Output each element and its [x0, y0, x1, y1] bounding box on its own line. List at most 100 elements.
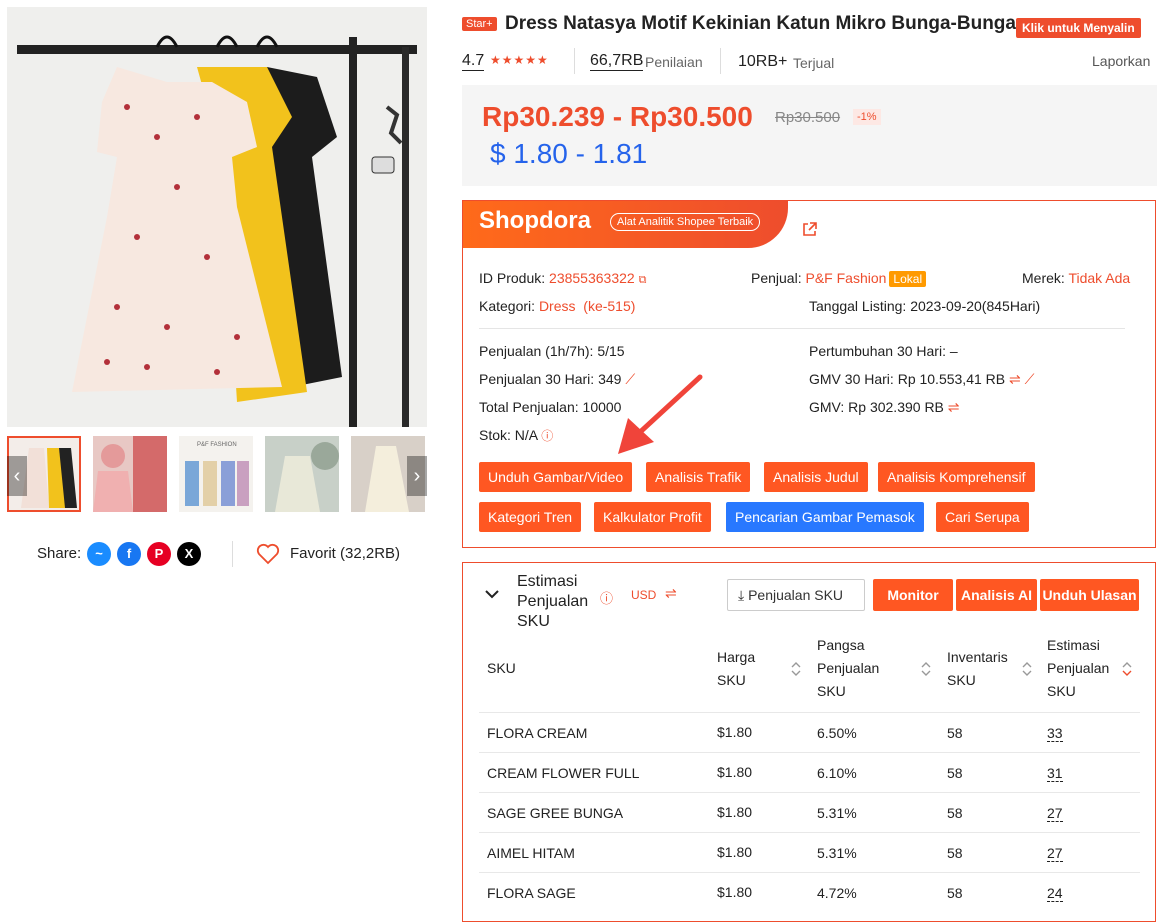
report-link[interactable]: Laporkan	[1092, 53, 1150, 69]
thumbnail-2[interactable]	[93, 436, 167, 512]
gallery-next-arrow[interactable]: ›	[407, 456, 427, 496]
gmv-row: GMV: Rp 302.390 RB ⇌	[809, 399, 960, 416]
trend-chart-icon[interactable]: ⟋	[1025, 371, 1035, 387]
sku-estimate[interactable]: 33	[1047, 725, 1063, 742]
gmv30-value: Rp 10.553,41 RB	[897, 371, 1006, 387]
favorite-count[interactable]: Favorit (32,2RB)	[290, 545, 400, 562]
sort-icon[interactable]	[1022, 661, 1032, 677]
table-row-divider	[479, 792, 1140, 793]
reviews-label: Penilaian	[645, 54, 703, 70]
supplier-image-search-button[interactable]: Pencarian Gambar Pemasok	[726, 502, 924, 532]
gmv-label: GMV:	[809, 399, 845, 415]
shopdora-logo: Shopdora	[479, 207, 591, 234]
sku-estimate[interactable]: 27	[1047, 805, 1063, 822]
brand-label: Merek:	[1022, 270, 1065, 286]
download-media-button[interactable]: Unduh Gambar/Video	[479, 462, 633, 492]
sku-price: $1.80	[717, 844, 753, 860]
title-analysis-button[interactable]: Analisis Judul	[764, 462, 868, 492]
table-row-divider	[479, 832, 1140, 833]
comprehensive-analysis-button[interactable]: Analisis Komprehensif	[878, 462, 1035, 492]
find-similar-button[interactable]: Cari Serupa	[936, 502, 1029, 532]
sku-estimate[interactable]: 27	[1047, 845, 1063, 862]
sku-estimate[interactable]: 31	[1047, 765, 1063, 782]
sold-count: 10RB+	[738, 53, 788, 70]
growth-value: –	[949, 343, 958, 359]
info-icon[interactable]: ⓘ	[541, 429, 553, 443]
swap-currency-icon[interactable]: ⇌	[665, 585, 677, 602]
sku-name: CREAM FLOWER FULL	[487, 765, 640, 781]
sku-price: $1.80	[717, 804, 753, 820]
thumbnail-3[interactable]: P&F FASHION	[179, 436, 253, 512]
sku-inventory: 58	[947, 885, 963, 901]
sort-icon[interactable]	[791, 661, 801, 677]
sku-share: 4.72%	[817, 885, 857, 901]
ai-analysis-button[interactable]: Analisis AI	[956, 579, 1037, 611]
action-buttons-row-1: Unduh Gambar/Video Analisis Trafik Anali…	[479, 462, 1149, 492]
sku-sales-button[interactable]: ⤓ Penjualan SKU	[727, 579, 865, 611]
gmv-value: Rp 302.390 RB	[848, 399, 944, 415]
copy-title-button[interactable]: Klik untuk Menyalin	[1016, 18, 1141, 38]
seller-name[interactable]: P&F Fashion	[805, 270, 886, 286]
x-twitter-icon[interactable]: X	[177, 542, 201, 566]
traffic-analysis-button[interactable]: Analisis Trafik	[646, 462, 751, 492]
growth-row: Pertumbuhan 30 Hari: –	[809, 343, 958, 359]
heart-icon[interactable]	[256, 543, 280, 565]
currency-label[interactable]: USD	[631, 588, 656, 602]
sku-inventory: 58	[947, 805, 963, 821]
col-header-estimate[interactable]: Estimasi Penjualan SKU	[1047, 634, 1122, 703]
col-header-inventory[interactable]: Inventaris SKU	[947, 646, 1017, 692]
discount-badge: -1%	[853, 109, 881, 125]
action-buttons-row-2: Kategori Tren Kalkulator Profit Pencaria…	[479, 502, 1149, 532]
seller-lokal-badge: Lokal	[889, 271, 927, 287]
sku-price: $1.80	[717, 884, 753, 900]
sku-sales-label: Penjualan SKU	[748, 587, 844, 603]
gallery-prev-arrow[interactable]: ‹	[7, 456, 27, 496]
swap-currency-icon[interactable]: ⇌	[948, 399, 960, 415]
external-link-icon[interactable]	[801, 221, 818, 238]
total-sales-label: Total Penjualan:	[479, 399, 579, 415]
category-value[interactable]: Dress (ke-515)	[539, 298, 635, 314]
sort-icon[interactable]	[1122, 661, 1132, 677]
col-header-share[interactable]: Pangsa Penjualan SKU	[817, 634, 897, 703]
sales-1h7h-label: Penjualan (1h/7h):	[479, 343, 594, 359]
col-header-price[interactable]: Harga SKU	[717, 646, 777, 692]
profit-calculator-button[interactable]: Kalkulator Profit	[594, 502, 711, 532]
collapse-chevron-icon[interactable]	[484, 588, 500, 600]
product-main-image[interactable]	[7, 7, 427, 427]
thumbnail-4[interactable]	[265, 436, 339, 512]
rating-value[interactable]: 4.7	[462, 52, 485, 71]
sku-estimate[interactable]: 24	[1047, 885, 1063, 902]
reviews-count[interactable]: 66,7RB	[590, 52, 644, 71]
stat-divider	[574, 48, 575, 74]
thumbnail-brand-tag: P&F FASHION	[197, 442, 237, 448]
brand-value[interactable]: Tidak Ada	[1068, 270, 1130, 286]
sku-name: FLORA CREAM	[487, 725, 588, 741]
stat-divider	[720, 48, 721, 74]
facebook-icon[interactable]: f	[117, 542, 141, 566]
brand-row: Merek: Tidak Ada	[1022, 270, 1130, 286]
swap-currency-icon[interactable]: ⇌	[1009, 371, 1021, 387]
product-id-label: ID Produk:	[479, 270, 546, 286]
download-reviews-button[interactable]: Unduh Ulasan	[1040, 579, 1139, 611]
sku-name: SAGE GREE BUNGA	[487, 805, 624, 821]
stock-row: Stok: N/A ⓘ	[479, 427, 553, 444]
info-icon[interactable]: ⓘ	[600, 588, 613, 607]
listing-label: Tanggal Listing:	[809, 298, 907, 314]
messenger-icon[interactable]: ~	[87, 542, 111, 566]
sku-share: 5.31%	[817, 805, 857, 821]
copy-id-icon[interactable]: ⧉	[639, 274, 647, 286]
category-label: Kategori:	[479, 298, 536, 314]
stock-value: N/A	[514, 427, 538, 443]
pinterest-icon[interactable]: P	[147, 542, 171, 566]
category-trend-button[interactable]: Kategori Tren	[479, 502, 582, 532]
sales-1h7h-value: 5/15	[597, 343, 625, 359]
seller-row: Penjual: P&F Fashion Lokal	[751, 270, 927, 287]
monitor-button[interactable]: Monitor	[873, 579, 953, 611]
sku-inventory: 58	[947, 725, 963, 741]
shopdora-tagline: Alat Analitik Shopee Terbaik	[610, 213, 761, 231]
product-id-value[interactable]: 23855363322	[549, 270, 635, 286]
sort-icon[interactable]	[921, 661, 931, 677]
sku-share: 6.50%	[817, 725, 857, 741]
sales-1h7h-row: Penjualan (1h/7h): 5/15	[479, 343, 625, 359]
sku-price: $1.80	[717, 764, 753, 780]
